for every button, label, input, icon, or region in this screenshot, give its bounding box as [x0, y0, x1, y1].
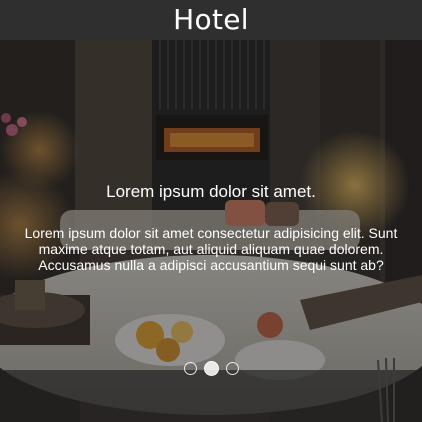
- slide-description-line: Accusamus nulla a adipisci accusantium s…: [38, 257, 384, 273]
- slide-dot-3[interactable]: [225, 362, 239, 375]
- slide-dot-2-active[interactable]: [203, 361, 219, 376]
- slide-title: Lorem ipsum dolor sit amet.: [106, 182, 316, 201]
- page-title: Hotel: [173, 3, 249, 36]
- slide-indicators: [0, 361, 422, 376]
- hero-slide: Lorem ipsum dolor sit amet. Lorem ipsum …: [0, 40, 422, 422]
- slide-description-line: Lorem ipsum dolor sit amet consectetur a…: [24, 225, 398, 241]
- page: Hotel Lorem ipsum dolor sit amet. Lorem …: [0, 0, 422, 422]
- slide-dot-1[interactable]: [183, 362, 197, 375]
- slide-description-line: maxime atque totam, aut aliquid aliquam …: [38, 241, 384, 257]
- app-header: Hotel: [0, 0, 422, 40]
- slide-description: Lorem ipsum dolor sit amet consectetur a…: [0, 225, 422, 273]
